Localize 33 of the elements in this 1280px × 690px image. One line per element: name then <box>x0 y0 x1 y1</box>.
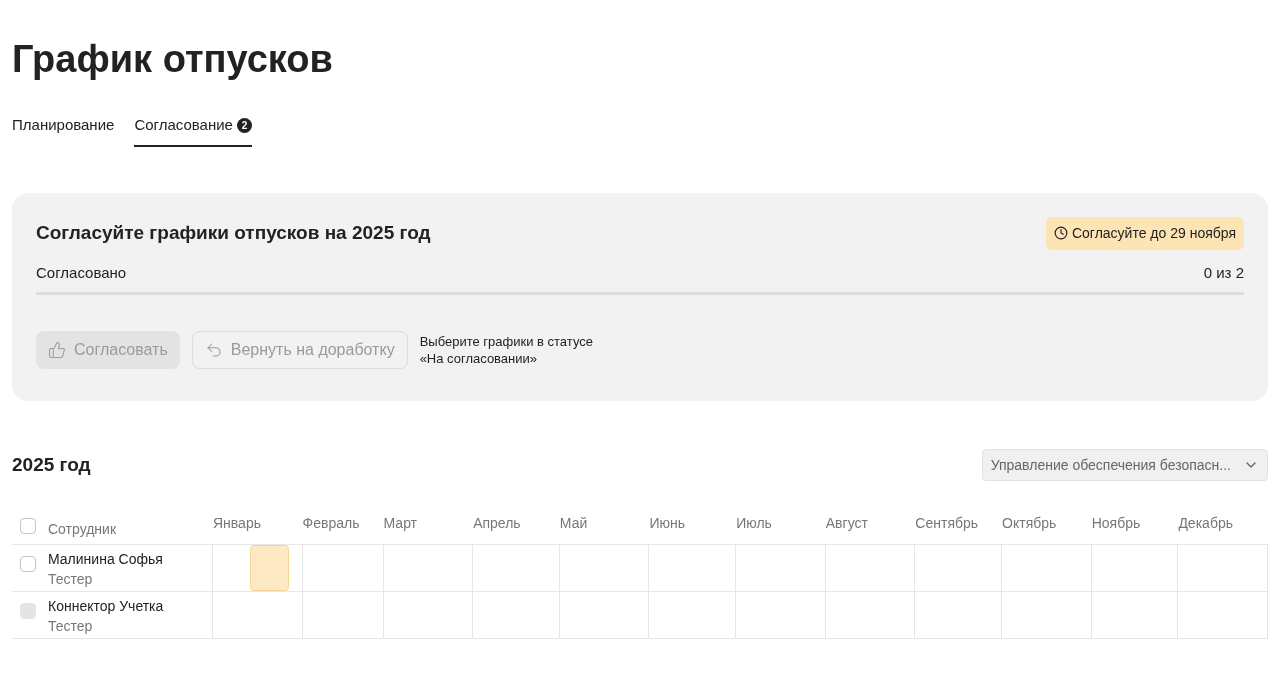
clock-icon <box>1053 226 1068 240</box>
column-header: Сотрудник <box>48 520 116 539</box>
deadline-badge: Согласуйте до 29 ноября <box>1045 216 1244 250</box>
hint-text: Выберите графики в статусе «На согласовании» <box>419 333 594 367</box>
card-title: Согласуйте графики отпусков на 2025 год <box>36 220 431 245</box>
month-header: Февраль <box>302 515 360 531</box>
month-header: Январь <box>213 515 261 531</box>
checkbox[interactable] <box>20 517 36 534</box>
month-header: Июнь <box>649 515 686 531</box>
month-header: Ноябрь <box>1091 515 1141 531</box>
employee-name: Малинина Софья <box>48 550 163 569</box>
month-header: Октябрь <box>1002 515 1057 531</box>
month-header: Апрель <box>473 515 521 531</box>
month-header: Март <box>383 515 418 531</box>
tab[interactable]: Согласование 2 <box>134 110 252 147</box>
department-select[interactable]: Управление обеспечения безопасн... <box>981 449 1268 481</box>
section-title: 2025 год <box>12 452 91 477</box>
employee-role: Тестер <box>48 617 94 636</box>
page-title: График отпусков <box>12 37 334 82</box>
progress-label: Согласовано <box>36 262 127 283</box>
month-header: Август <box>825 515 868 531</box>
count-badge: 2 <box>236 117 252 133</box>
progress-count: 0 из 2 <box>1203 262 1244 283</box>
undo-icon <box>204 341 223 359</box>
month-header: Май <box>559 515 588 531</box>
employee-name: Коннектор Учетка <box>48 597 164 616</box>
tab[interactable]: Планирование <box>12 110 115 147</box>
thumbs-up-icon <box>48 341 66 359</box>
month-header: Декабрь <box>1178 515 1233 531</box>
month-header: Июль <box>736 515 772 531</box>
checkbox[interactable] <box>20 556 36 572</box>
month-header: Сентябрь <box>915 515 979 531</box>
employee-role: Тестер <box>48 570 94 589</box>
